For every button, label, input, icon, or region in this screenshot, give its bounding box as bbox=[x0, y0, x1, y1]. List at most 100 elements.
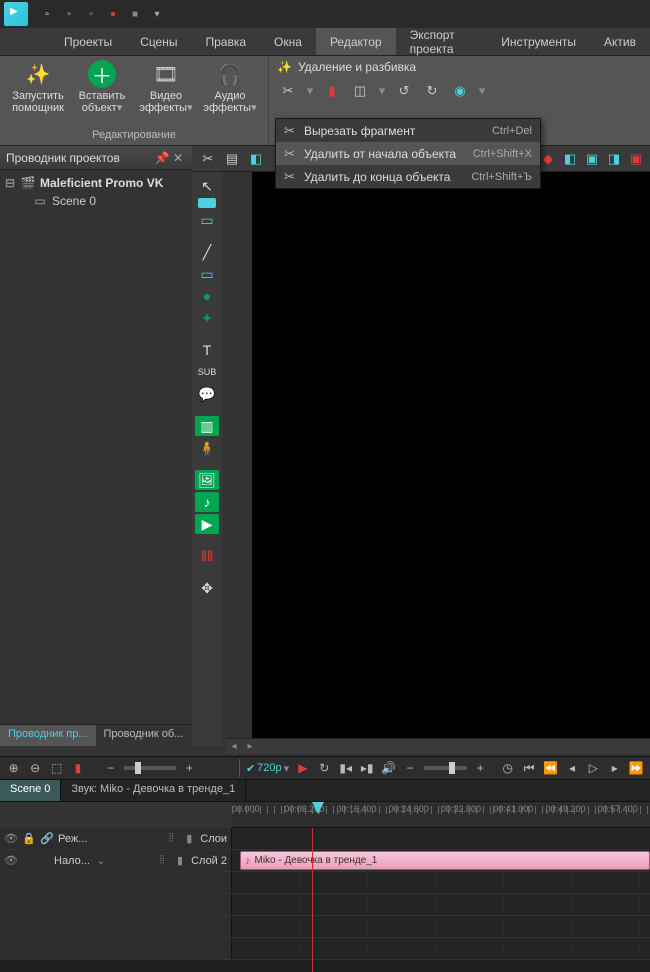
counter-tool[interactable]: 🧍 bbox=[195, 438, 219, 458]
chevron-down-icon[interactable]: ⌄ bbox=[94, 854, 108, 867]
timeline-ruler[interactable]: 00.000 00:08.200 00:16.400 00:24.600 00:… bbox=[232, 802, 650, 828]
link-icon[interactable]: 🔗 bbox=[40, 832, 54, 845]
ribbon-insert-button[interactable]: ＋ Вставить объект▾ bbox=[73, 60, 131, 114]
tooltip-tool[interactable]: 💬 bbox=[195, 384, 219, 404]
eye-icon[interactable]: 👁 bbox=[4, 832, 18, 845]
align-add-icon[interactable]: ◆ bbox=[538, 149, 558, 169]
split-marker-button[interactable]: ▮ bbox=[321, 80, 343, 102]
play-button[interactable]: ▶ bbox=[295, 759, 310, 777]
track-lane-empty[interactable] bbox=[232, 938, 650, 959]
play-timeline-button[interactable]: ▷ bbox=[586, 759, 601, 777]
qa-new-icon[interactable]: ▫ bbox=[40, 7, 54, 21]
tab-object-explorer[interactable]: Проводник об... bbox=[96, 725, 192, 746]
menu-delete-to-end[interactable]: ✂ Удалить до конца объекта Ctrl+Shift+Ъ bbox=[276, 165, 540, 188]
vol-down-button[interactable]: − bbox=[402, 759, 417, 777]
tree-scene-item[interactable]: ▭ Scene 0 bbox=[4, 192, 188, 210]
move-tool[interactable]: ✥ bbox=[195, 578, 219, 598]
qa-open-icon[interactable]: ▫ bbox=[62, 7, 76, 21]
screen-tool[interactable]: ▭ bbox=[195, 210, 219, 230]
scroll-left-icon[interactable]: ◂ bbox=[226, 741, 242, 752]
zoom-fit-button[interactable]: ⬚ bbox=[49, 759, 64, 777]
loop-button[interactable]: ↻ bbox=[317, 759, 332, 777]
ribbon-video-button[interactable]: 🎞 Видео эффекты▾ bbox=[137, 60, 195, 114]
rectangle-tool[interactable] bbox=[198, 198, 216, 208]
record-button[interactable]: ▮ bbox=[70, 759, 85, 777]
history-button[interactable]: ◷ bbox=[500, 759, 515, 777]
mute-button[interactable]: 🔊 bbox=[381, 759, 396, 777]
track-head-2[interactable]: 👁 Нало... ⌄ ⦙⦙ ▮ Слой 2 bbox=[0, 850, 232, 871]
track-lane-empty[interactable] bbox=[232, 916, 650, 937]
properties-icon[interactable]: ▤ bbox=[222, 149, 242, 169]
track-lane-empty[interactable] bbox=[232, 894, 650, 915]
canvas-scrollbar[interactable]: ◂ ▸ bbox=[226, 738, 650, 754]
snap-icon[interactable]: ◧ bbox=[246, 149, 266, 169]
crop-dropdown-button[interactable]: ▾ bbox=[377, 80, 387, 102]
go-start-button[interactable]: ⏮ bbox=[521, 759, 536, 777]
menu-delete-from-start[interactable]: ✂ Удалить от начала объекта Ctrl+Shift+X bbox=[276, 142, 540, 165]
resolution-selector[interactable]: ✔720p▾ bbox=[246, 762, 289, 775]
frame-back-button[interactable]: ▮◂ bbox=[338, 759, 353, 777]
ribbon-wizard-button[interactable]: ✨ Запустить помощник bbox=[9, 60, 67, 114]
menu-tools[interactable]: Инструменты bbox=[487, 28, 590, 55]
transform-dropdown-button[interactable]: ▾ bbox=[477, 80, 487, 102]
canvas-preview[interactable] bbox=[252, 172, 650, 746]
zoom-out-button[interactable]: − bbox=[103, 759, 118, 777]
frame-fwd-button[interactable]: ▸▮ bbox=[359, 759, 374, 777]
subtitle-tool[interactable]: SUB bbox=[195, 362, 219, 382]
close-icon[interactable]: ✕ bbox=[170, 151, 186, 165]
align-right-icon[interactable]: ◨ bbox=[604, 149, 624, 169]
zoom-slider-thumb[interactable] bbox=[135, 762, 141, 774]
menu-scenes[interactable]: Сцены bbox=[126, 28, 191, 55]
qa-save-icon[interactable]: ▫ bbox=[84, 7, 98, 21]
rotate-right-button[interactable]: ↻ bbox=[421, 80, 443, 102]
eye-icon[interactable]: 👁 bbox=[4, 854, 18, 867]
qa-record-icon[interactable]: ● bbox=[106, 7, 120, 21]
cut-icon[interactable]: ✂ bbox=[198, 149, 218, 169]
menu-activation[interactable]: Актив bbox=[590, 28, 650, 55]
vol-up-button[interactable]: + bbox=[473, 759, 488, 777]
prev-button[interactable]: ⏪ bbox=[543, 759, 558, 777]
zoom-in-button[interactable]: + bbox=[182, 759, 197, 777]
track-head-empty[interactable] bbox=[0, 894, 232, 915]
align-center-icon[interactable]: ▣ bbox=[582, 149, 602, 169]
spectrum-tool[interactable]: ⦀⦀ bbox=[195, 546, 219, 566]
line-tool[interactable]: ╱ bbox=[195, 242, 219, 262]
scroll-right-icon[interactable]: ▸ bbox=[242, 741, 258, 752]
align-left-icon[interactable]: ◧ bbox=[560, 149, 580, 169]
transform-button[interactable]: ◉ bbox=[449, 80, 471, 102]
ribbon-audio-button[interactable]: 🎧 Аудио эффекты▾ bbox=[201, 60, 259, 114]
volume-slider-thumb[interactable] bbox=[449, 762, 455, 774]
menu-export[interactable]: Экспорт проекта bbox=[396, 28, 488, 55]
step-fwd-button[interactable]: ▸ bbox=[607, 759, 622, 777]
next-button[interactable]: ⏩ bbox=[629, 759, 644, 777]
track-lane-empty[interactable] bbox=[232, 872, 650, 893]
tree-project-root[interactable]: ⊟ 🎬 Maleficient Promo VK bbox=[4, 174, 188, 192]
video-tool[interactable]: ▶ bbox=[195, 514, 219, 534]
track-head-empty[interactable] bbox=[0, 916, 232, 937]
menu-projects[interactable]: Проекты bbox=[50, 28, 126, 55]
track-head-1[interactable]: 👁 🔒 🔗 Реж... ⦙⦙ ▮ Слои bbox=[0, 828, 232, 849]
rotate-left-button[interactable]: ↺ bbox=[393, 80, 415, 102]
image-tool[interactable]: 🖼 bbox=[195, 470, 219, 490]
tab-project-explorer[interactable]: Проводник пр... bbox=[0, 725, 96, 746]
menu-windows[interactable]: Окна bbox=[260, 28, 316, 55]
audio-tool[interactable]: ♪ bbox=[195, 492, 219, 512]
timeline-tab-audio[interactable]: Звук: Miko - Девочка в тренде_1 bbox=[61, 780, 246, 801]
cut-dropdown-button[interactable]: ▾ bbox=[305, 80, 315, 102]
track-head-empty[interactable] bbox=[0, 872, 232, 893]
timeline-clip-audio[interactable]: ♪ Miko - Девочка в тренде_1 bbox=[240, 851, 650, 870]
collapse-icon[interactable]: ⊟ bbox=[4, 176, 16, 190]
remove-marker-button[interactable]: ⊖ bbox=[27, 759, 42, 777]
ellipse-tool[interactable]: ● bbox=[195, 286, 219, 306]
menu-editor[interactable]: Редактор bbox=[316, 28, 396, 55]
align-fill-icon[interactable]: ▣ bbox=[626, 149, 646, 169]
step-back-button[interactable]: ◂ bbox=[564, 759, 579, 777]
bar-icon[interactable]: ▮ bbox=[173, 854, 187, 867]
pin-icon[interactable]: 📌 bbox=[154, 151, 170, 165]
menu-cut-fragment[interactable]: ✂ Вырезать фрагмент Ctrl+Del bbox=[276, 119, 540, 142]
freeform-tool[interactable]: ✦ bbox=[195, 308, 219, 328]
chart-tool[interactable]: ▥ bbox=[195, 416, 219, 436]
shape-outline-tool[interactable]: ▭ bbox=[195, 264, 219, 284]
waveform-icon[interactable]: ⦙⦙ bbox=[155, 854, 169, 867]
cursor-tool[interactable]: ↖ bbox=[195, 176, 219, 196]
